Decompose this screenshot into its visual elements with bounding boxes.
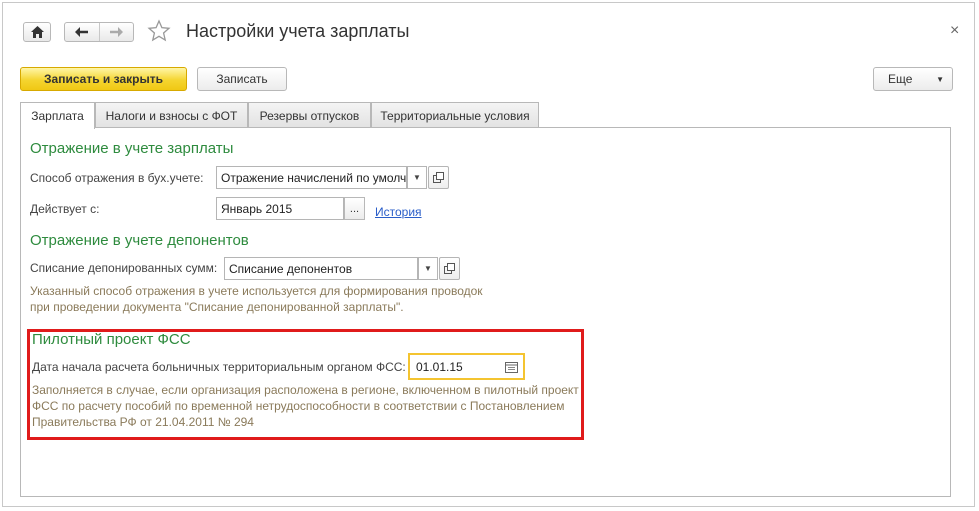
chevron-down-icon[interactable]: ▼ bbox=[407, 166, 427, 189]
deponent-note-line-1: Указанный способ отражения в учете испол… bbox=[30, 284, 483, 298]
tab-salary[interactable]: Зарплата bbox=[20, 102, 95, 129]
method-label: Способ отражения в бух.учете: bbox=[30, 171, 204, 185]
tab-territorial[interactable]: Территориальные условия bbox=[371, 102, 539, 128]
method-select[interactable]: Отражение начислений по умолч bbox=[216, 166, 407, 189]
page-title: Настройки учета зарплаты bbox=[186, 21, 410, 41]
chevron-down-icon: ▼ bbox=[936, 74, 944, 84]
fss-date-field[interactable]: 01.01.15 bbox=[408, 353, 525, 380]
fss-note-line-3: Правительства РФ от 21.04.2011 № 294 bbox=[32, 415, 254, 429]
effective-from-field[interactable]: Январь 2015 bbox=[216, 197, 344, 220]
arrow-right-icon bbox=[109, 27, 123, 37]
save-and-close-button[interactable]: Записать и закрыть bbox=[20, 67, 187, 91]
fss-note-line-1: Заполняется в случае, если организация р… bbox=[32, 383, 579, 397]
favorite-button[interactable] bbox=[147, 19, 171, 46]
open-writeoff-button[interactable] bbox=[439, 257, 460, 280]
chevron-down-icon[interactable]: ▼ bbox=[418, 257, 438, 280]
arrow-left-icon bbox=[75, 27, 89, 37]
home-button[interactable] bbox=[23, 22, 51, 42]
save-button[interactable]: Записать bbox=[197, 67, 287, 91]
back-button[interactable] bbox=[65, 23, 100, 41]
history-link[interactable]: История bbox=[375, 205, 422, 219]
nav-history-buttons bbox=[64, 22, 134, 42]
writeoff-select[interactable]: Списание депонентов bbox=[224, 257, 418, 280]
star-icon bbox=[147, 19, 171, 42]
deponent-note-line-2: при проведении документа "Списание депон… bbox=[30, 300, 404, 314]
open-icon bbox=[433, 172, 444, 183]
close-icon[interactable]: × bbox=[950, 22, 959, 40]
more-button-label: Еще bbox=[888, 72, 913, 86]
open-method-button[interactable] bbox=[428, 166, 449, 189]
tab-taxes[interactable]: Налоги и взносы с ФОТ bbox=[95, 102, 248, 128]
section-title-salary: Отражение в учете зарплаты bbox=[30, 140, 234, 157]
effective-from-label: Действует с: bbox=[30, 202, 100, 216]
section-title-deponents: Отражение в учете депонентов bbox=[30, 232, 249, 249]
section-title-fss: Пилотный проект ФСС bbox=[32, 331, 191, 348]
forward-button[interactable] bbox=[100, 23, 133, 41]
select-period-button[interactable]: ... bbox=[344, 197, 365, 220]
more-button[interactable]: Еще ▼ bbox=[873, 67, 953, 91]
open-icon bbox=[444, 263, 455, 274]
fss-note-line-2: ФСС по расчету пособий по временной нетр… bbox=[32, 399, 565, 413]
home-icon bbox=[30, 26, 44, 38]
fss-date-label: Дата начала расчета больничных территори… bbox=[32, 360, 406, 374]
fss-date-value: 01.01.15 bbox=[416, 359, 463, 374]
writeoff-label: Списание депонированных сумм: bbox=[30, 261, 218, 275]
tab-vacation-reserves[interactable]: Резервы отпусков bbox=[248, 102, 371, 128]
calendar-icon[interactable] bbox=[503, 359, 519, 375]
